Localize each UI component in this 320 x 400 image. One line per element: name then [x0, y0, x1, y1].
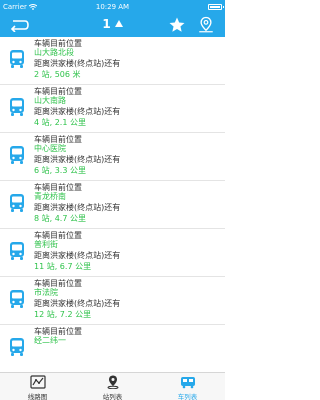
remaining-distance: 2 站, 506 米: [34, 70, 81, 79]
battery-icon: [208, 3, 224, 10]
current-station: 市法院: [34, 288, 58, 297]
current-station: 普利街: [34, 240, 58, 249]
status-time: 10:29 AM: [95, 2, 130, 11]
list-item[interactable]: 车辆目前位置 山大路北段 距离洪家楼(终点站)还有 2 站, 506 米: [0, 37, 225, 85]
current-station: 青龙桥南: [34, 192, 66, 201]
bus-icon: [10, 242, 24, 260]
list-item[interactable]: 车辆目前位置 经二纬一: [0, 325, 225, 372]
station-pin-icon: [107, 375, 118, 389]
remaining-label: 距离洪家楼(终点站)还有: [34, 203, 121, 212]
item-header: 车辆目前位置: [34, 183, 82, 192]
remaining-label: 距离洪家楼(终点站)还有: [34, 59, 121, 68]
bus-icon: [10, 338, 24, 356]
bus-list-icon: [180, 377, 195, 389]
remaining-label: 距离洪家楼(终点站)还有: [34, 155, 121, 164]
tab-route-map[interactable]: 线路图: [0, 373, 75, 400]
bus-icon: [10, 98, 24, 116]
item-header: 车辆目前位置: [34, 327, 82, 336]
bus-icon: [10, 290, 24, 308]
bus-icon: [10, 194, 24, 212]
map-pin-icon[interactable]: [197, 16, 215, 34]
list-item[interactable]: 车辆目前位置 市法院 距离洪家楼(终点站)还有 12 站, 7.2 公里: [0, 277, 225, 325]
bus-list[interactable]: 车辆目前位置 山大路北段 距离洪家楼(终点站)还有 2 站, 506 米 车辆目…: [0, 37, 225, 372]
route-map-icon: [29, 375, 46, 389]
remaining-distance: 8 站, 4.7 公里: [34, 214, 86, 223]
remaining-distance: 6 站, 3.3 公里: [34, 166, 86, 175]
star-icon[interactable]: [168, 16, 186, 34]
item-header: 车辆目前位置: [34, 279, 82, 288]
tab-label: 站列表: [102, 393, 123, 400]
bus-icon: [10, 50, 24, 68]
current-station: 山大路北段: [34, 48, 74, 57]
item-header: 车辆目前位置: [34, 87, 82, 96]
tab-bar: 线路图 站列表 车列表: [0, 372, 225, 400]
remaining-distance: 12 站, 7.2 公里: [34, 310, 92, 319]
remaining-distance: 11 站, 6.7 公里: [34, 262, 92, 271]
bus-icon: [10, 146, 24, 164]
current-station: 经二纬一: [34, 336, 66, 345]
tab-bus-list[interactable]: 车列表: [150, 373, 225, 400]
remaining-label: 距离洪家楼(终点站)还有: [34, 299, 121, 308]
item-header: 车辆目前位置: [34, 39, 82, 48]
current-station: 山大南路: [34, 96, 66, 105]
route-title-toggle[interactable]: 1: [0, 17, 225, 31]
current-station: 中心医院: [34, 144, 66, 153]
remaining-label: 距离洪家楼(终点站)还有: [34, 107, 121, 116]
page-title: 1: [102, 17, 111, 31]
item-header: 车辆目前位置: [34, 135, 82, 144]
triangle-up-icon: [114, 20, 123, 27]
item-header: 车辆目前位置: [34, 231, 82, 240]
list-item[interactable]: 车辆目前位置 山大南路 距离洪家楼(终点站)还有 4 站, 2.1 公里: [0, 85, 225, 133]
remaining-distance: 4 站, 2.1 公里: [34, 118, 86, 127]
tab-label: 车列表: [177, 393, 198, 400]
status-bar: Carrier 10:29 AM: [0, 0, 225, 13]
remaining-label: 距离洪家楼(终点站)还有: [34, 251, 121, 260]
nav-bar: 1: [0, 13, 225, 37]
list-item[interactable]: 车辆目前位置 普利街 距离洪家楼(终点站)还有 11 站, 6.7 公里: [0, 229, 225, 277]
tab-label: 线路图: [27, 393, 48, 400]
list-item[interactable]: 车辆目前位置 青龙桥南 距离洪家楼(终点站)还有 8 站, 4.7 公里: [0, 181, 225, 229]
tab-station-list[interactable]: 站列表: [75, 373, 150, 400]
list-item[interactable]: 车辆目前位置 中心医院 距离洪家楼(终点站)还有 6 站, 3.3 公里: [0, 133, 225, 181]
